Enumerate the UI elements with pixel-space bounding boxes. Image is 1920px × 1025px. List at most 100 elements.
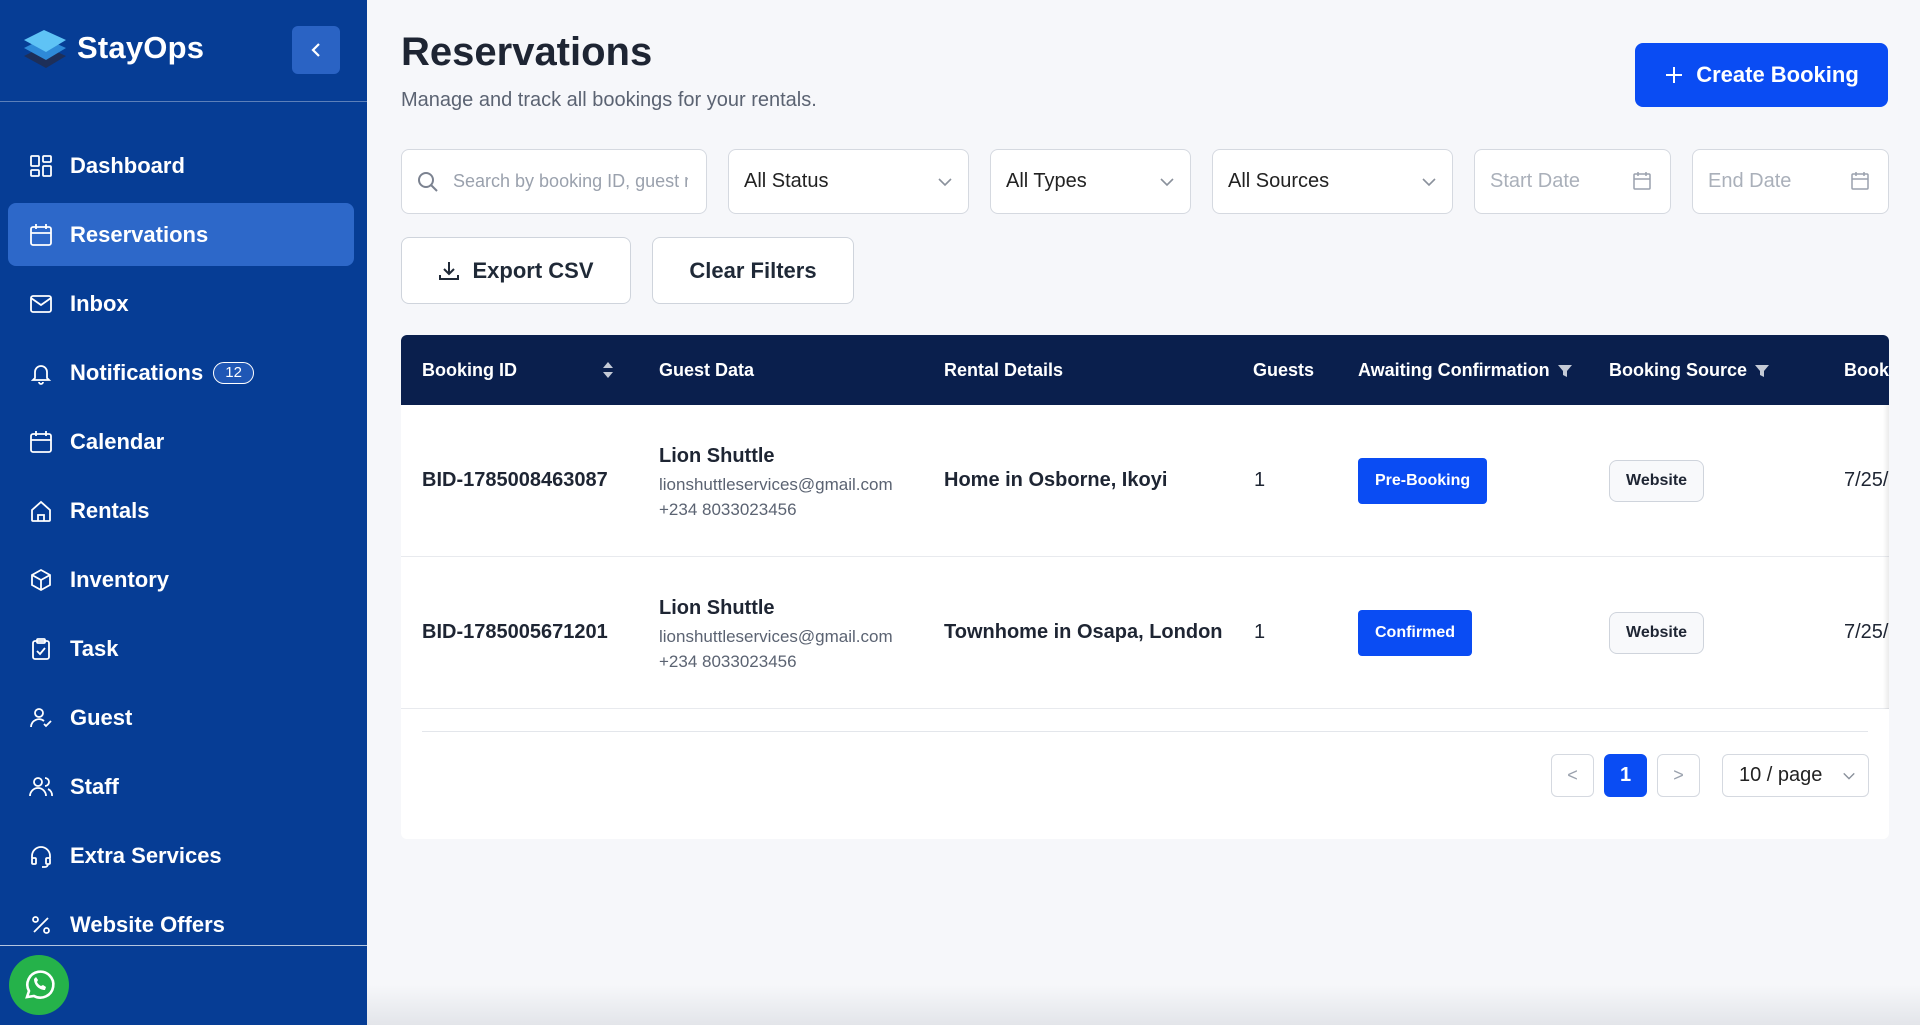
guest-email: lionshuttleservices@gmail.com (659, 475, 893, 494)
sidebar-item-inventory[interactable]: Inventory (8, 548, 354, 611)
booking-id: BID-1785005671201 (422, 621, 608, 643)
end-date-placeholder: End Date (1708, 170, 1792, 192)
sidebar-item-dashboard[interactable]: Dashboard (8, 134, 354, 197)
sidebar-footer (0, 945, 367, 1025)
guest-count: 1 (1254, 469, 1266, 491)
chevron-down-icon (1160, 178, 1174, 187)
brand-header: StayOps (0, 0, 367, 102)
column-header-booking-id[interactable]: Booking ID (422, 360, 617, 381)
table-row[interactable]: BID-1785005671201 Lion Shuttle lionshutt… (401, 557, 1889, 709)
guest-count: 1 (1254, 621, 1266, 643)
sidebar-item-label: Staff (70, 773, 119, 799)
guest-phone: +234 8033023456 (659, 652, 797, 671)
sidebar-nav: Dashboard Reservations Inbox Notificatio… (8, 134, 354, 962)
create-booking-button[interactable]: Create Booking (1635, 43, 1888, 107)
sidebar-item-staff[interactable]: Staff (8, 755, 354, 818)
sidebar-item-label: Notifications (70, 359, 204, 385)
sidebar-item-label: Rentals (70, 497, 150, 523)
export-csv-label: Export CSV (472, 257, 594, 283)
column-header-guest-data: Guest Data (659, 360, 754, 381)
export-csv-button[interactable]: Export CSV (401, 237, 631, 304)
guest-phone: +234 8033023456 (659, 500, 797, 519)
sidebar-item-label: Dashboard (70, 152, 185, 178)
source-filter-value: All Sources (1228, 170, 1330, 192)
search-placeholder: Search by booking ID, guest n (453, 171, 688, 191)
rental-name: Townhome in Osapa, London (944, 621, 1223, 643)
notification-count-badge: 12 (213, 361, 254, 384)
status-filter-select[interactable]: All Status (728, 149, 969, 214)
users-icon (28, 774, 54, 800)
sidebar-item-label: Extra Services (70, 842, 222, 868)
next-page-button[interactable]: > (1657, 754, 1700, 797)
table-header: Booking ID Guest Data Rental Details Gue… (401, 335, 1889, 405)
page-subtitle: Manage and track all bookings for your r… (401, 89, 817, 111)
main-content: Reservations Manage and track all bookin… (367, 0, 1920, 1025)
type-filter-select[interactable]: All Types (990, 149, 1191, 214)
column-header-rental-details: Rental Details (944, 360, 1063, 381)
page-title: Reservations (401, 30, 653, 74)
sidebar-item-task[interactable]: Task (8, 617, 354, 680)
column-header-booking-source[interactable]: Booking Source (1609, 360, 1770, 381)
chevron-down-icon (938, 178, 952, 187)
page-size-select[interactable]: 10 / page (1722, 754, 1869, 797)
chevron-left-icon: < (1567, 765, 1578, 785)
guest-email: lionshuttleservices@gmail.com (659, 627, 893, 646)
status-filter-value: All Status (744, 170, 829, 192)
reservations-table: Booking ID Guest Data Rental Details Gue… (401, 335, 1889, 839)
calendar-icon (1633, 172, 1651, 190)
collapse-sidebar-button[interactable] (292, 26, 340, 74)
sidebar-item-guest[interactable]: Guest (8, 686, 354, 749)
sidebar-item-label: Calendar (70, 428, 165, 454)
end-date-picker[interactable]: End Date (1692, 149, 1889, 214)
sidebar: StayOps Dashboard Reservations Inbox Not… (0, 0, 367, 1025)
type-filter-value: All Types (1006, 170, 1087, 192)
percent-icon (28, 912, 54, 938)
calendar-icon (28, 429, 54, 455)
sidebar-item-label: Task (70, 635, 119, 661)
clear-filters-label: Clear Filters (689, 257, 817, 283)
sort-icon[interactable] (602, 361, 614, 379)
column-label: Booking I (1844, 360, 1889, 380)
sidebar-item-rentals[interactable]: Rentals (8, 479, 354, 542)
chevron-left-icon (311, 43, 320, 57)
whatsapp-chat-button[interactable] (9, 955, 69, 1015)
column-header-awaiting-confirmation[interactable]: Awaiting Confirmation (1358, 360, 1572, 381)
calendar-icon (28, 222, 54, 248)
table-row[interactable]: BID-1785008463087 Lion Shuttle lionshutt… (401, 405, 1889, 557)
sidebar-item-extra-services[interactable]: Extra Services (8, 824, 354, 887)
clear-filters-button[interactable]: Clear Filters (652, 237, 854, 304)
source-filter-select[interactable]: All Sources (1212, 149, 1453, 214)
start-date-picker[interactable]: Start Date (1474, 149, 1671, 214)
home-icon (28, 498, 54, 524)
box-icon (28, 567, 54, 593)
sidebar-item-reservations[interactable]: Reservations (8, 203, 354, 266)
create-booking-label: Create Booking (1696, 62, 1859, 87)
bell-icon (28, 360, 54, 386)
column-header-guests: Guests (1253, 360, 1314, 381)
column-label: Guest Data (659, 360, 755, 380)
sidebar-item-calendar[interactable]: Calendar (8, 410, 354, 473)
download-icon (439, 261, 460, 280)
plus-icon (1666, 67, 1683, 83)
status-badge[interactable]: Pre-Booking (1358, 458, 1488, 504)
booking-id: BID-1785008463087 (422, 469, 608, 491)
status-badge[interactable]: Confirmed (1358, 610, 1472, 656)
previous-page-button[interactable]: < (1551, 754, 1594, 797)
sidebar-item-notifications[interactable]: Notifications 12 (8, 341, 354, 404)
pagination-divider (422, 731, 1868, 732)
bottom-fade (367, 985, 1920, 1025)
rental-name: Home in Osborne, Ikoyi (944, 469, 1168, 491)
brand-name: StayOps (77, 30, 205, 65)
column-header-booking-date: Booking I (1844, 360, 1889, 381)
page-1-button[interactable]: 1 (1604, 754, 1647, 797)
sidebar-item-label: Inbox (70, 290, 129, 316)
sidebar-item-inbox[interactable]: Inbox (8, 272, 354, 335)
horizontal-scroll-shadow (1883, 405, 1889, 709)
guest-name: Lion Shuttle (659, 597, 775, 619)
filter-icon[interactable] (1557, 364, 1572, 378)
column-label: Booking ID (422, 360, 517, 380)
column-label: Booking Source (1609, 360, 1748, 380)
search-input[interactable]: Search by booking ID, guest n (401, 149, 707, 214)
filter-icon[interactable] (1755, 364, 1770, 378)
page-number: 1 (1619, 764, 1632, 786)
